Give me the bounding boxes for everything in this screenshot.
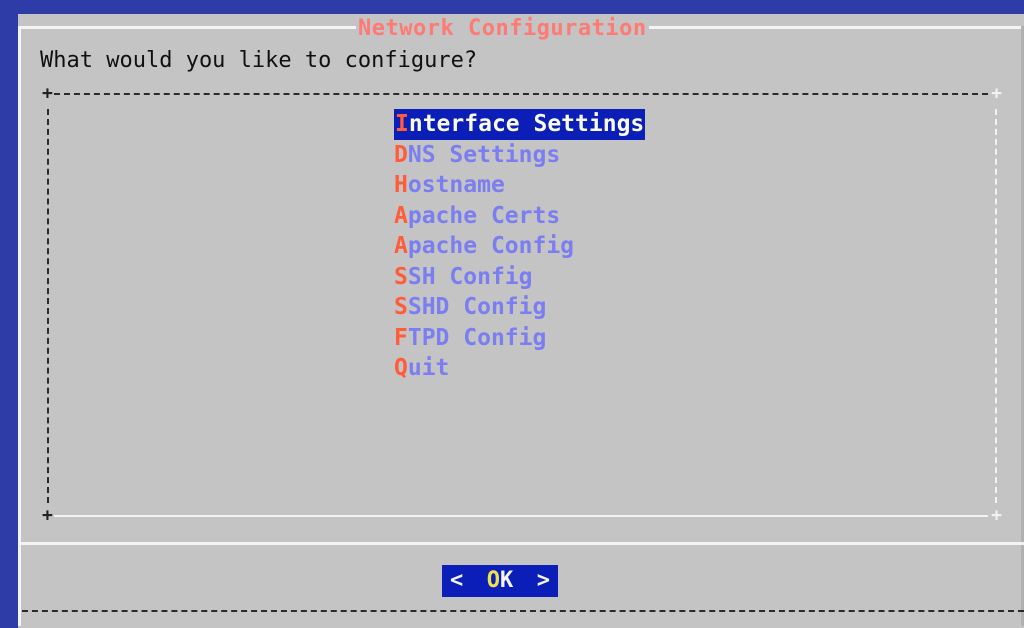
menu-item-label: nterface Settings	[408, 111, 645, 137]
menu-item-hotkey: A	[394, 233, 408, 259]
menu-item-hotkey: Q	[394, 355, 408, 381]
menu-item-label: pache Config	[407, 233, 575, 259]
menu-item-dns-settings[interactable]: DNS Settings	[394, 140, 645, 171]
menu-item-label: ostname	[407, 172, 505, 198]
menu-item-label: TPD Config	[407, 324, 547, 351]
menu-item-sshd-config[interactable]: SSHD Config	[394, 292, 645, 323]
network-configuration-dialog: Network Configuration What would you lik…	[18, 14, 1024, 628]
dialog-title: Network Configuration	[356, 16, 649, 41]
menu-item-hostname[interactable]: Hostname	[394, 170, 645, 201]
menu-item-ftpd-config[interactable]: FTPD Config	[394, 323, 645, 354]
button-left-bracket: <	[450, 568, 464, 593]
corner-plus-icon: +	[991, 505, 1002, 526]
menu-item-label: pache Certs	[407, 202, 561, 229]
menu-item-hotkey: A	[394, 202, 408, 229]
menu-item-label: NS Settings	[407, 141, 561, 168]
menu-item-ssh-config[interactable]: SSH Config	[394, 262, 645, 293]
ok-button-label-rest: K	[500, 568, 514, 593]
menu-list: Interface Settings DNS Settings Hostname…	[394, 109, 646, 384]
menu-box-top-border	[54, 93, 988, 95]
button-row-separator	[18, 542, 1024, 545]
menu-box-bottom-border	[54, 515, 988, 517]
menu-item-label: uit	[407, 355, 450, 381]
menu-item-hotkey: F	[394, 324, 408, 351]
menu-item-label: SHD Config	[407, 294, 547, 320]
menu-item-apache-config[interactable]: Apache Config	[394, 231, 645, 262]
ok-button-label: OK	[487, 565, 514, 597]
dialog-left-border	[18, 26, 21, 626]
menu-box: + + + + Interface Settings DNS Settings …	[42, 85, 1002, 525]
menu-item-hotkey: I	[395, 111, 409, 137]
menu-item-hotkey: S	[394, 263, 408, 290]
menu-item-quit[interactable]: Quit	[394, 353, 645, 384]
ok-button[interactable]: < OK >	[442, 565, 558, 597]
menu-item-hotkey: S	[394, 294, 408, 320]
dialog-prompt: What would you like to configure?	[40, 48, 478, 73]
ok-button-hotkey: O	[486, 568, 500, 593]
corner-plus-icon: +	[991, 83, 1002, 104]
menu-item-hotkey: D	[394, 141, 408, 168]
corner-plus-icon: +	[42, 505, 53, 526]
menu-item-interface-settings[interactable]: Interface Settings	[394, 109, 646, 140]
dialog-bottom-border	[22, 610, 1024, 612]
menu-box-left-border	[47, 109, 49, 503]
button-right-bracket: >	[536, 568, 550, 593]
menu-item-label: SH Config	[407, 263, 533, 290]
corner-plus-icon: +	[42, 83, 53, 104]
menu-item-hotkey: H	[394, 172, 408, 198]
menu-item-apache-certs[interactable]: Apache Certs	[394, 201, 645, 232]
menu-box-right-border	[995, 109, 997, 503]
